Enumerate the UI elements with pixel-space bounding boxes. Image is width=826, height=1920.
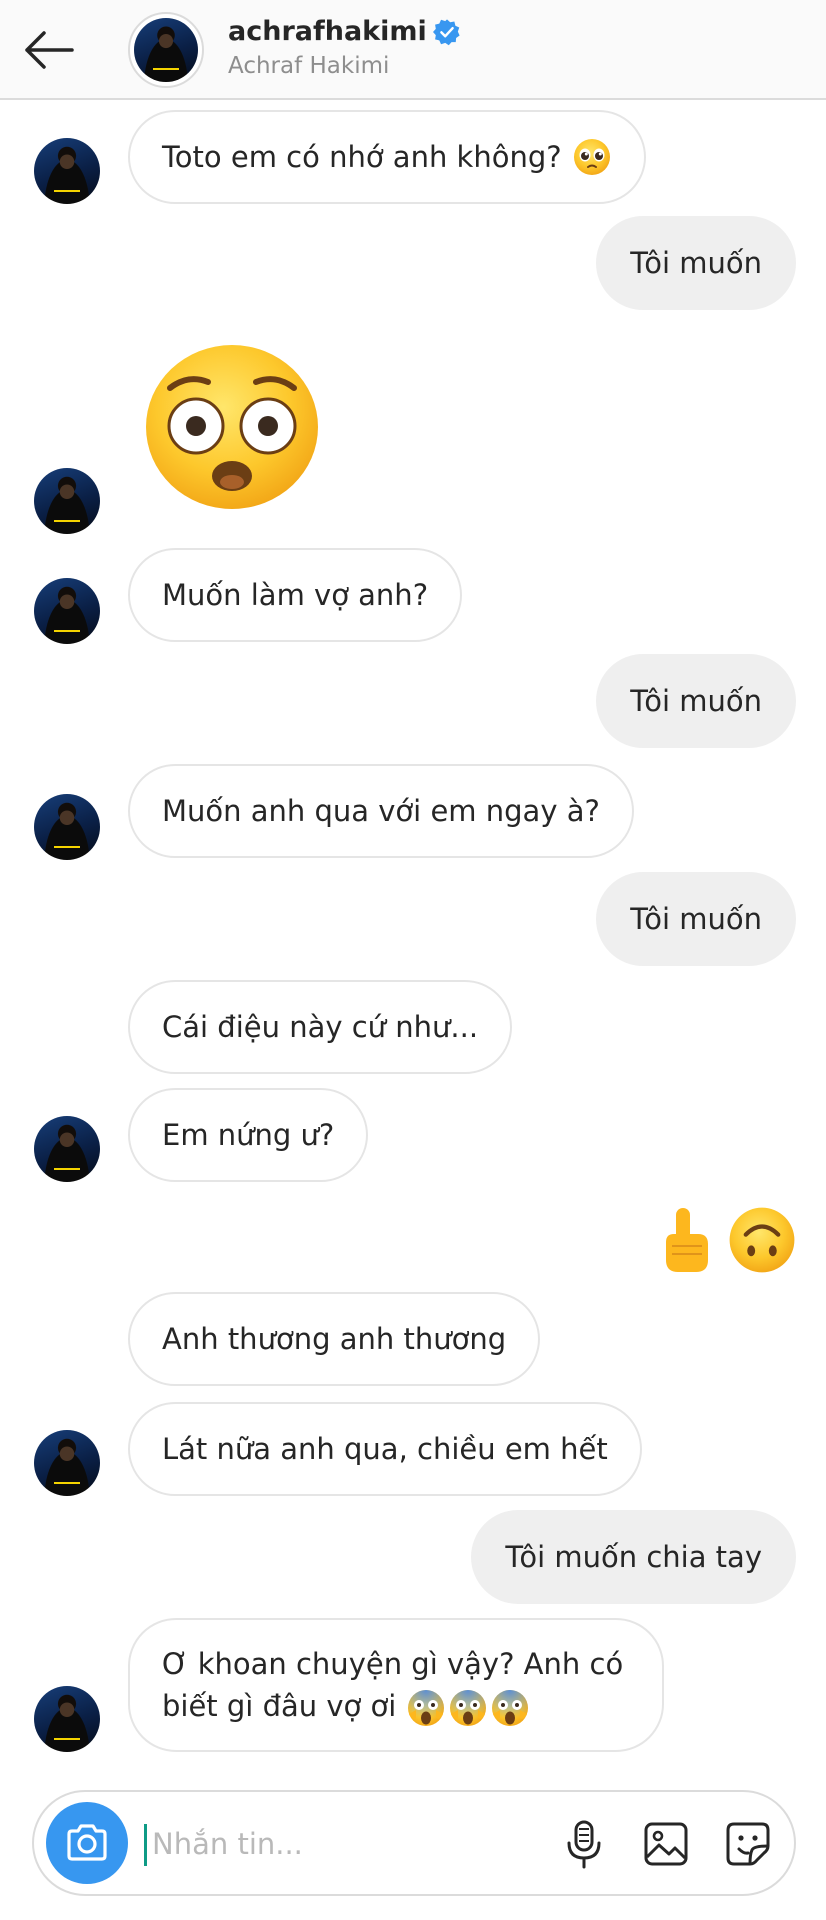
pleading-face-icon [573, 139, 610, 175]
upside-down-face-icon [729, 1207, 795, 1273]
message-bubble-incoming[interactable]: Ơ khoan chuyện gì vậy? Anh có biết gì đâ… [128, 1618, 664, 1752]
message-bubble-incoming[interactable]: Anh thương anh thương [128, 1292, 541, 1386]
sender-avatar[interactable] [34, 578, 100, 644]
message-text: Tôi muốn [630, 246, 762, 280]
message-composer [32, 1790, 796, 1896]
message-input[interactable] [152, 1818, 532, 1870]
message-bubble-incoming[interactable]: Em nứng ư? [128, 1088, 369, 1182]
screaming-face-emojis [406, 1688, 530, 1728]
sender-avatar[interactable] [34, 1116, 100, 1182]
chat-header: achrafhakimi Achraf Hakimi [0, 0, 826, 100]
camera-icon [67, 1824, 107, 1861]
gallery-button[interactable] [638, 1816, 694, 1872]
full-name: Achraf Hakimi [228, 53, 390, 79]
message-text: Muốn anh qua với em ngay à? [162, 794, 600, 828]
message-bubble-outgoing[interactable]: Tôi muốn [596, 654, 796, 748]
message-bubble-outgoing[interactable]: Tôi muốn chia tay [471, 1510, 796, 1604]
sender-avatar[interactable] [34, 1686, 100, 1752]
message-text: Tôi muốn [630, 684, 762, 718]
message-text: Tôi muốn chia tay [505, 1540, 762, 1574]
sticker-icon [726, 1822, 770, 1866]
username: achrafhakimi [228, 16, 427, 47]
message-bubble-incoming[interactable]: Cái điệu này cứ như... [128, 980, 513, 1074]
screaming-face-icon [407, 1689, 444, 1726]
message-text: Anh thương anh thương [162, 1322, 507, 1356]
sender-avatar[interactable] [34, 794, 100, 860]
sticker-button[interactable] [720, 1816, 776, 1872]
back-button[interactable] [18, 22, 78, 78]
header-avatar[interactable] [128, 12, 204, 88]
screaming-face-icon [449, 1689, 486, 1726]
message-text: Muốn làm vợ anh? [162, 578, 429, 612]
sender-avatar[interactable] [34, 138, 100, 204]
message-text: Em nứng ư? [162, 1118, 335, 1152]
pointing-up-hand-icon [666, 1208, 708, 1272]
message-bubble-incoming[interactable]: Toto em có nhớ anh không? [128, 110, 646, 204]
message-text: Tôi muốn [630, 902, 762, 936]
message-text: Ơ khoan chuyện gì vậy? Anh có biết gì đâ… [162, 1646, 624, 1723]
camera-button[interactable] [46, 1802, 128, 1884]
flushed-face-icon[interactable] [144, 344, 320, 510]
header-profile[interactable]: achrafhakimi Achraf Hakimi [228, 16, 461, 79]
message-bubble-incoming[interactable]: Lát nữa anh qua, chiều em hết [128, 1402, 642, 1496]
message-text: Cái điệu này cứ như... [162, 1010, 479, 1044]
microphone-icon [567, 1820, 601, 1869]
sender-avatar[interactable] [34, 1430, 100, 1496]
back-arrow-icon [25, 31, 74, 69]
message-bubble-outgoing[interactable]: Tôi muốn [596, 216, 796, 310]
sender-avatar[interactable] [34, 468, 100, 534]
message-bubble-incoming[interactable]: Muốn làm vợ anh? [128, 548, 463, 642]
message-text: Toto em có nhớ anh không? [162, 140, 562, 174]
voice-button[interactable] [556, 1816, 612, 1872]
verified-badge-icon [432, 18, 460, 45]
text-caret [144, 1824, 147, 1866]
gallery-icon [644, 1822, 688, 1866]
message-bubble-incoming[interactable]: Muốn anh qua với em ngay à? [128, 764, 634, 858]
emoji-message-outgoing[interactable] [658, 1204, 798, 1276]
message-bubble-outgoing[interactable]: Tôi muốn [596, 872, 796, 966]
message-text: Lát nữa anh qua, chiều em hết [162, 1432, 608, 1466]
screaming-face-icon [491, 1689, 528, 1726]
